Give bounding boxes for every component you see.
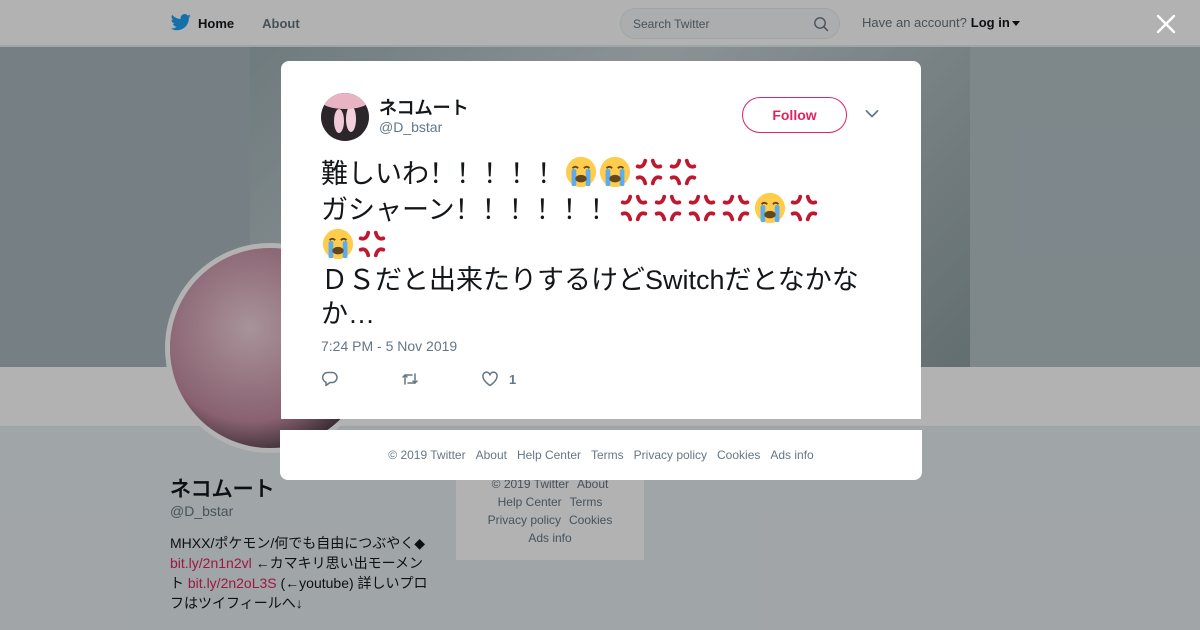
tweet-line: 難しいわ！！！！！ <box>321 159 564 189</box>
retweet-button[interactable] <box>401 370 481 388</box>
follow-button[interactable]: Follow <box>742 97 847 133</box>
anger-symbol-emoji <box>651 194 685 225</box>
footer-terms-link[interactable]: Terms <box>591 448 624 462</box>
loudly-crying-face-emoji <box>564 156 598 189</box>
tweet-text: 難しいわ！！！！！ ガシャーン！！！！！！ ＤＳだと出来たりするけどSwitch… <box>321 155 891 331</box>
tweet-author-avatar[interactable] <box>321 93 369 141</box>
loudly-crying-face-emoji <box>598 156 632 189</box>
reply-icon[interactable] <box>321 370 339 388</box>
footer-cookies-link[interactable]: Cookies <box>717 448 760 462</box>
loudly-crying-face-emoji <box>753 192 787 225</box>
tweet-timestamp[interactable]: 7:24 PM - 5 Nov 2019 <box>321 338 457 354</box>
tweet-line: ガシャーン！！！！！！ <box>321 195 617 225</box>
tweet-author-name[interactable]: ネコムート <box>379 94 469 120</box>
anger-symbol-emoji <box>685 194 719 225</box>
retweet-icon[interactable] <box>401 370 419 388</box>
tweet-actions: 1 <box>321 369 561 389</box>
anger-symbol-emoji <box>617 194 651 225</box>
anger-symbol-emoji <box>355 230 389 261</box>
modal-footer: © 2019 Twitter About Help Center Terms P… <box>280 430 922 480</box>
like-count: 1 <box>509 371 517 387</box>
like-icon[interactable] <box>481 370 499 388</box>
tweet-line: ＤＳだと出来たりするけどSwitchだとなかなか… <box>321 265 859 329</box>
tweet-modal: ネコムート @D_bstar Follow 難しいわ！！！！！ ガシャーン！！！… <box>281 61 921 419</box>
anger-symbol-emoji <box>666 158 700 189</box>
footer-copyright: © 2019 Twitter <box>388 448 466 462</box>
anger-symbol-emoji <box>632 158 666 189</box>
chevron-down-icon[interactable] <box>865 109 879 119</box>
footer-ads-link[interactable]: Ads info <box>770 448 813 462</box>
avatar-image <box>321 93 369 141</box>
anger-symbol-emoji <box>787 194 821 225</box>
anger-symbol-emoji <box>719 194 753 225</box>
footer-about-link[interactable]: About <box>476 448 507 462</box>
footer-privacy-link[interactable]: Privacy policy <box>634 448 707 462</box>
tweet-author-handle[interactable]: @D_bstar <box>379 119 442 135</box>
like-button[interactable]: 1 <box>481 370 561 388</box>
close-icon[interactable] <box>1154 12 1178 36</box>
footer-help-link[interactable]: Help Center <box>517 448 581 462</box>
reply-button[interactable] <box>321 370 401 388</box>
loudly-crying-face-emoji <box>321 228 355 261</box>
